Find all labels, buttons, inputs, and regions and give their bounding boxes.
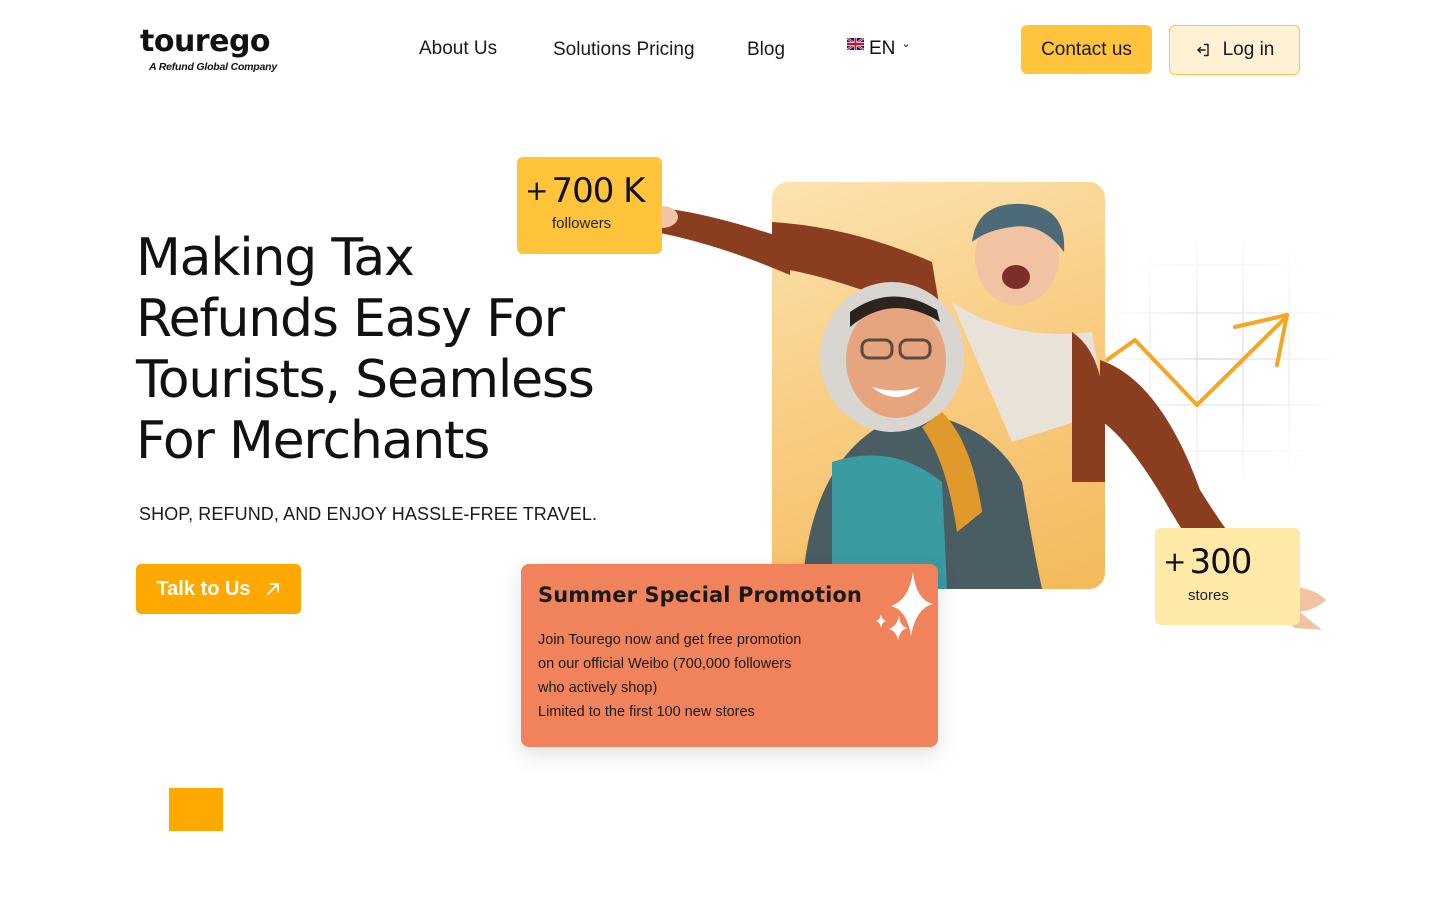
plus-icon: +	[1163, 545, 1186, 578]
hero-title-line: Refunds Easy For	[136, 289, 565, 349]
stores-stat-card: +300 stores	[1155, 528, 1300, 625]
nav-about-us[interactable]: About Us	[419, 38, 497, 60]
plus-icon: +	[525, 174, 548, 207]
talk-to-us-label: Talk to Us	[156, 577, 251, 600]
followers-stat-value: +700 K	[525, 171, 645, 211]
chevron-down-icon: ⌄	[901, 37, 911, 50]
stores-value: 300	[1189, 542, 1252, 582]
followers-value: 700 K	[551, 171, 645, 211]
hero-title-line: For Merchants	[136, 411, 490, 471]
sparkle-icon	[876, 572, 933, 640]
hero-subtitle: SHOP, REFUND, AND ENJOY HASSLE-FREE TRAV…	[139, 504, 598, 524]
hero-title: Making Tax Refunds Easy For Tourists, Se…	[136, 228, 656, 472]
tourego-logo[interactable]: tourego A Refund Global Company	[140, 26, 290, 78]
summer-promotion-card[interactable]: Summer Special Promotion Join Tourego no…	[521, 564, 938, 747]
arrow-up-right-icon	[266, 583, 279, 595]
promotion-body-line: Join Tourego now and get free promotion	[538, 632, 802, 648]
contact-us-button[interactable]: Contact us	[1021, 25, 1152, 74]
promotion-body-line: on our official Weibo (700,000 followers	[538, 656, 792, 672]
reaching-arm-left	[646, 206, 790, 275]
followers-stat-card: +700 K followers	[517, 157, 662, 254]
uk-flag-icon	[847, 38, 864, 50]
talk-to-us-button[interactable]: Talk to Us	[136, 564, 301, 614]
log-in-label: Log in	[1222, 39, 1275, 60]
promotion-title: Summer Special Promotion	[538, 583, 862, 607]
travelers-illustration	[772, 203, 1105, 589]
promotion-body: Join Tourego now and get free promotion …	[538, 628, 858, 724]
followers-stat-label: followers	[552, 215, 612, 232]
logo-tagline: A Refund Global Company	[149, 61, 278, 73]
stores-stat-value: +300	[1163, 542, 1252, 582]
hero-title-line: Tourists, Seamless	[136, 350, 595, 410]
stores-stat-label: stores	[1188, 587, 1229, 604]
decorative-orange-square	[169, 788, 223, 831]
promotion-body-line: Limited to the first 100 new stores	[538, 704, 755, 720]
login-icon	[1196, 43, 1209, 57]
nav-solutions-pricing[interactable]: Solutions Pricing	[553, 39, 695, 61]
logo-wordmark: tourego	[140, 24, 271, 59]
nav-blog[interactable]: Blog	[747, 39, 785, 61]
language-selector[interactable]: EN ⌄	[847, 38, 911, 60]
log-in-button[interactable]: Log in	[1169, 25, 1300, 75]
language-code: EN	[869, 38, 896, 59]
promotion-body-line: who actively shop)	[538, 680, 658, 696]
hero-travel-photo	[772, 182, 1105, 589]
